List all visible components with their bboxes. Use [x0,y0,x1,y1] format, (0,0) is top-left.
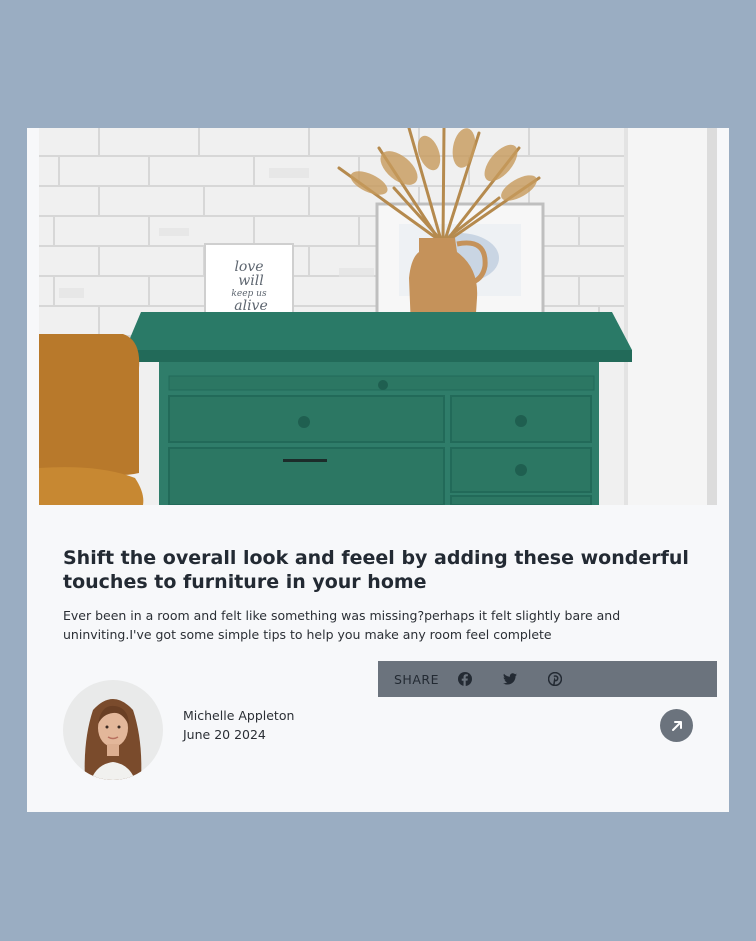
article-card: love will keep us alive Shift the overal… [27,128,729,812]
share-bar: SHARE [378,661,717,697]
frame-text-2: will [238,273,263,289]
open-article-button[interactable] [660,709,693,742]
article-description: Ever been in a room and felt like someth… [63,608,621,642]
article-body: Shift the overall look and feeel by addi… [63,546,703,644]
post-date: June 20 2024 [183,727,266,742]
arrow-up-right-icon [671,720,682,731]
facebook-icon[interactable] [455,669,475,689]
frame-text-4: alive [234,298,268,314]
author-avatar [63,680,163,780]
article-title[interactable]: Shift the overall look and feeel by addi… [63,546,703,594]
pinterest-icon[interactable] [545,669,565,689]
hero-image: love will keep us alive [39,128,717,505]
share-label: SHARE [394,671,439,687]
author-info: Michelle Appleton June 20 2024 [183,706,294,744]
twitter-icon[interactable] [500,669,520,689]
author-name[interactable]: Michelle Appleton [183,706,294,725]
